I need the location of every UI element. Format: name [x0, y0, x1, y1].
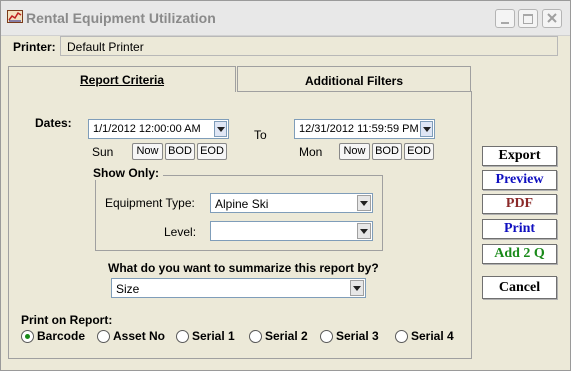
radio-asset-no-circle[interactable]	[97, 330, 110, 343]
radio-serial-2-circle[interactable]	[249, 330, 262, 343]
maximize-button[interactable]	[518, 9, 538, 28]
end-day-label: Mon	[299, 145, 323, 159]
pdf-button[interactable]: PDF	[482, 194, 557, 214]
start-date-dropdown-icon[interactable]	[214, 121, 227, 137]
radio-serial-1-label: Serial 1	[192, 329, 235, 343]
end-bod-button[interactable]: BOD	[372, 143, 402, 160]
radio-serial-4-circle[interactable]	[395, 330, 408, 343]
start-bod-button[interactable]: BOD	[165, 143, 195, 160]
printer-field[interactable]: Default Printer	[60, 36, 558, 56]
close-button[interactable]	[542, 9, 562, 28]
summarize-question: What do you want to summarize this repor…	[108, 261, 379, 275]
start-now-button[interactable]: Now	[132, 143, 163, 160]
start-eod-button[interactable]: EOD	[197, 143, 227, 160]
start-date-value: 1/1/2012 12:00:00 AM	[93, 123, 201, 135]
equipment-type-dropdown-icon[interactable]	[357, 195, 371, 211]
radio-serial-3-circle[interactable]	[320, 330, 333, 343]
dates-label: Dates:	[35, 116, 72, 130]
radio-serial-4-label: Serial 4	[411, 329, 454, 343]
to-label: To	[254, 128, 267, 142]
title-bar[interactable]: Rental Equipment Utilization	[1, 1, 570, 36]
radio-serial-1-circle[interactable]	[176, 330, 189, 343]
start-date-picker[interactable]: 1/1/2012 12:00:00 AM	[88, 119, 229, 139]
summarize-dropdown-icon[interactable]	[350, 280, 364, 296]
end-eod-button[interactable]: EOD	[404, 143, 434, 160]
tab-strip: Report Criteria Additional Filters	[8, 66, 472, 92]
minimize-button[interactable]	[495, 9, 515, 28]
tab-additional-filters-label: Additional Filters	[304, 74, 403, 88]
radio-barcode-circle[interactable]	[21, 330, 34, 343]
tab-report-criteria-label: Report Criteria	[79, 73, 165, 87]
export-button[interactable]: Export	[482, 146, 557, 166]
cancel-button[interactable]: Cancel	[482, 276, 557, 299]
equipment-type-value: Alpine Ski	[215, 197, 269, 211]
end-date-value: 12/31/2012 11:59:59 PM	[299, 123, 419, 135]
print-on-report-label: Print on Report:	[21, 313, 113, 327]
end-date-dropdown-icon[interactable]	[420, 121, 433, 137]
printer-bar: Printer: Default Printer	[7, 36, 558, 57]
radio-asset-no-label: Asset No	[113, 329, 166, 343]
level-label: Level:	[164, 225, 197, 239]
end-date-picker[interactable]: 12/31/2012 11:59:59 PM	[294, 119, 435, 139]
end-now-button[interactable]: Now	[339, 143, 370, 160]
radio-barcode-label: Barcode	[37, 329, 86, 343]
report-window: Rental Equipment Utilization Printer: De…	[0, 0, 571, 371]
equipment-type-select[interactable]: Alpine Ski	[210, 193, 373, 213]
add-to-queue-button[interactable]: Add 2 Q	[482, 244, 557, 264]
window-title: Rental Equipment Utilization	[26, 10, 216, 26]
tab-additional-filters[interactable]: Additional Filters	[237, 66, 471, 92]
close-icon	[547, 13, 557, 23]
radio-serial-3-label: Serial 3	[336, 329, 379, 343]
summarize-select[interactable]: Size	[111, 278, 366, 298]
radio-serial-2-label: Serial 2	[265, 329, 308, 343]
level-dropdown-icon[interactable]	[357, 223, 371, 239]
show-only-title: Show Only:	[89, 166, 163, 180]
printer-label: Printer:	[13, 40, 56, 54]
summarize-value: Size	[116, 282, 140, 296]
tab-report-criteria[interactable]: Report Criteria	[8, 66, 236, 92]
start-day-label: Sun	[92, 145, 114, 159]
report-app-icon	[7, 10, 23, 23]
preview-button[interactable]: Preview	[482, 170, 557, 190]
print-button[interactable]: Print	[482, 219, 557, 239]
equipment-type-label: Equipment Type:	[105, 196, 195, 210]
level-select[interactable]	[210, 221, 373, 241]
